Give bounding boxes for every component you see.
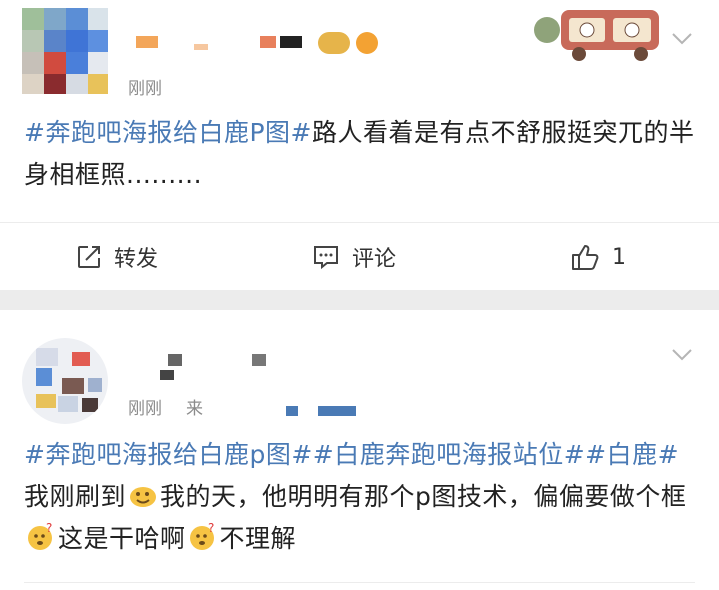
post-card: 刚刚 #奔跑吧海报给白鹿P图#路人看着是有点不舒服挺突兀的半身相框照......… xyxy=(0,0,719,290)
comment-label: 评论 xyxy=(352,247,397,272)
decorative-car-sticker-icon xyxy=(534,10,659,61)
username-blurred-fragment xyxy=(160,370,174,380)
post-source: 来 xyxy=(186,399,203,419)
comment-button[interactable]: 评论 xyxy=(312,223,396,291)
post-body: 我的天，他明明有那个p图技术，偏偏要做个框 xyxy=(160,482,687,511)
thinking-face-emoji-icon: ? xyxy=(28,522,53,550)
divider xyxy=(24,582,695,583)
melting-face-emoji-icon xyxy=(130,487,157,507)
hashtag-link[interactable]: #白鹿# xyxy=(585,440,679,469)
thumbs-up-icon xyxy=(572,245,599,270)
repost-icon xyxy=(78,246,100,268)
avatar[interactable] xyxy=(22,338,108,424)
repost-label: 转发 xyxy=(114,247,159,272)
like-count: 1 xyxy=(612,244,626,270)
like-button[interactable]: 1 xyxy=(570,223,626,291)
hashtag-link[interactable]: #奔跑吧海报给白鹿P图# xyxy=(24,118,312,147)
svg-text:?: ? xyxy=(46,522,53,535)
post-text: #奔跑吧海报给白鹿P图#路人看着是有点不舒服挺突兀的半身相框照......... xyxy=(24,112,697,196)
svg-text:?: ? xyxy=(208,522,215,535)
comment-icon xyxy=(314,246,338,270)
chevron-down-icon[interactable] xyxy=(671,348,693,362)
post-card: 刚刚 来 #奔跑吧海报给白鹿p图##白鹿奔跑吧海报站位##白鹿# 我刚刷到 我的天… xyxy=(0,310,719,590)
username-blurred[interactable] xyxy=(136,36,326,50)
username-blurred[interactable] xyxy=(168,354,288,368)
hashtag-link[interactable]: #白鹿奔跑吧海报站位# xyxy=(313,440,585,469)
repost-button[interactable]: 转发 xyxy=(76,223,158,291)
fish-badge-icon xyxy=(356,32,378,54)
post-time: 刚刚 xyxy=(128,399,162,419)
hashtag-link[interactable]: #奔跑吧海报给白鹿p图# xyxy=(24,440,313,469)
post-body: 我刚刷到 xyxy=(24,482,127,511)
avatar[interactable] xyxy=(22,8,108,94)
post-body: 这是干哈啊 xyxy=(58,524,186,553)
post-time: 刚刚 xyxy=(128,79,162,99)
chevron-down-icon[interactable] xyxy=(671,32,693,46)
vip-badge-icon xyxy=(318,32,350,54)
action-bar: 转发 评论 1 xyxy=(0,222,719,291)
source-blurred xyxy=(318,406,356,416)
post-text: #奔跑吧海报给白鹿p图##白鹿奔跑吧海报站位##白鹿# 我刚刷到 我的天，他明明有… xyxy=(24,434,689,560)
source-blurred xyxy=(286,406,298,416)
thinking-face-emoji-icon: ? xyxy=(189,522,215,550)
post-body: 不理解 xyxy=(219,524,297,553)
